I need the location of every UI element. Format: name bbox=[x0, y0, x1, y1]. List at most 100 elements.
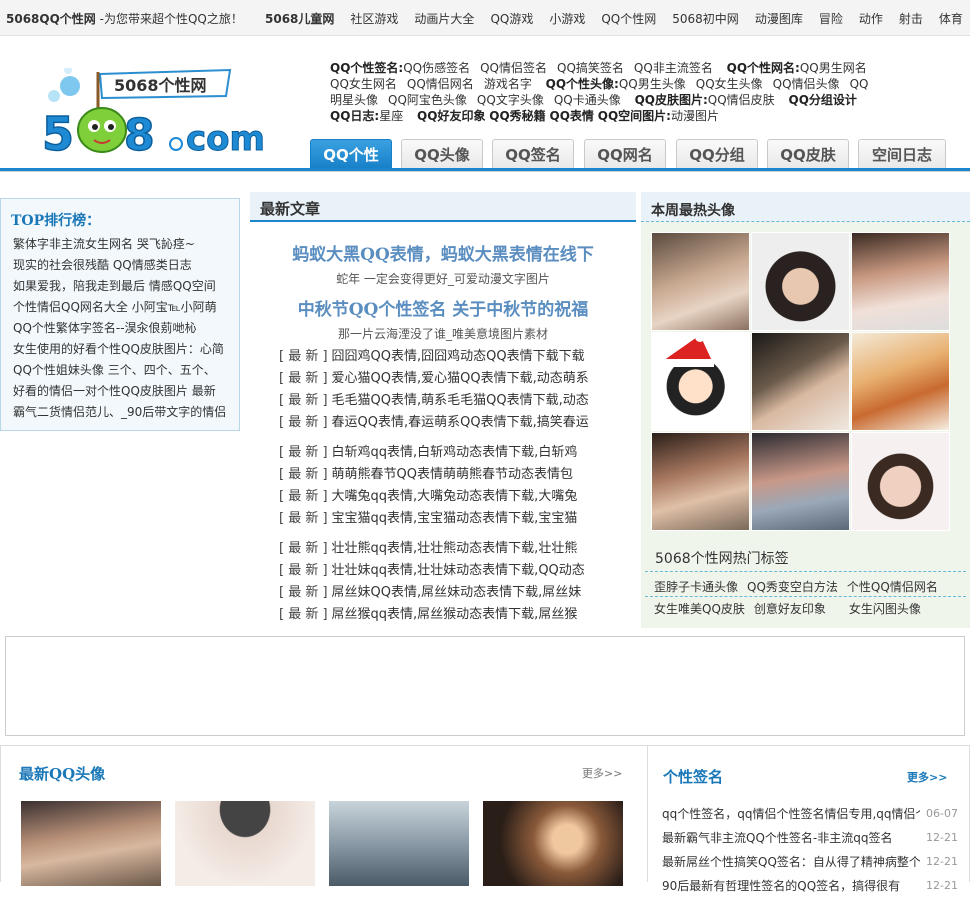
header-category-link[interactable]: QQ伤感签名 bbox=[403, 61, 470, 75]
header-category-label[interactable]: QQ个性网名: bbox=[727, 61, 800, 75]
avatar-thumbnail[interactable] bbox=[651, 432, 750, 531]
signature-item[interactable]: 最新霸气非主流QQ个性签名-非主流qq签名 12-21 bbox=[662, 827, 958, 849]
news-item[interactable]: [ 最 新 ] 壮壮妹qq表情,壮壮妹动态表情下载,QQ动态 bbox=[279, 560, 609, 582]
header-category-label[interactable]: QQ个性头像: bbox=[546, 77, 619, 91]
topnav-item-junior-high[interactable]: 5068初中网 bbox=[672, 12, 739, 26]
hot-tag-link[interactable]: 创意好友印象 bbox=[754, 602, 826, 616]
topnav-item-qq-personal[interactable]: QQ个性网 bbox=[601, 12, 656, 26]
header-category-link[interactable]: QQ情侣头像 bbox=[773, 77, 840, 91]
header-category-link[interactable]: QQ文字头像 bbox=[477, 93, 544, 107]
header-category-label[interactable]: QQ秀秘籍 bbox=[489, 109, 545, 123]
header-category-link[interactable]: QQ女生网名 bbox=[330, 77, 397, 91]
news-item-title[interactable]: 白斩鸡qq表情,白斩鸡动态表情下载,白斩鸡 bbox=[332, 445, 578, 460]
headline-subtitle[interactable]: 蛇年 一定会变得更好_可爱动漫文字图片 bbox=[250, 270, 636, 287]
header-category-link[interactable]: QQ男生网名 bbox=[800, 61, 867, 75]
header-category-link[interactable]: QQ阿宝色头像 bbox=[388, 93, 467, 107]
topnav-item-children-site[interactable]: 5068儿童网 bbox=[265, 12, 334, 26]
header-category-link[interactable]: QQ卡通头像 bbox=[554, 93, 621, 107]
avatar-thumbnail[interactable] bbox=[851, 232, 950, 331]
hot-tag-link[interactable]: 个性QQ情侣网名 bbox=[847, 580, 938, 594]
header-category-link[interactable]: 游戏名字 bbox=[484, 77, 532, 91]
news-item[interactable]: [ 最 新 ] 屌丝猴qq表情,屌丝猴动态表情下载,屌丝猴 bbox=[279, 604, 609, 626]
ranking-item[interactable]: 霸气二货情侣范儿、_90后带文字的情侣 bbox=[13, 402, 235, 423]
ranking-item[interactable]: 繁体字非主流女生网名 哭飞訫痉~ bbox=[13, 234, 235, 255]
signature-item[interactable]: 90后最新有哲理性签名的QQ签名，搞得很有 12-21 bbox=[662, 875, 958, 897]
news-item-title[interactable]: 屌丝妹QQ表情,屌丝妹动态表情下载,屌丝妹 bbox=[332, 585, 582, 600]
news-item[interactable]: [ 最 新 ] 毛毛猫QQ表情,萌系毛毛猫QQ表情下载,动态 bbox=[279, 390, 609, 412]
topnav-item-anime-gallery[interactable]: 动漫图库 bbox=[755, 12, 803, 26]
avatar-thumbnail[interactable] bbox=[751, 432, 850, 531]
signature-item[interactable]: qq个性签名，qq情侣个性签名情侣专用,qq情侣个 06-07 bbox=[662, 803, 958, 825]
avatar-thumbnail[interactable] bbox=[651, 332, 750, 431]
ranking-item[interactable]: QQ个性姐妹头像 三个、四个、五个、 bbox=[13, 360, 235, 381]
hot-tag-link[interactable]: 女生闪图头像 bbox=[849, 602, 921, 616]
news-item-title[interactable]: 春运QQ表情,春运萌系QQ表情下载,搞笑春运 bbox=[332, 415, 589, 430]
news-item-title[interactable]: 宝宝猫qq表情,宝宝猫动态表情下载,宝宝猫 bbox=[332, 511, 578, 526]
news-item-title[interactable]: 大嘴兔qq表情,大嘴兔动态表情下载,大嘴兔 bbox=[332, 489, 578, 504]
tab-qq-skin[interactable]: QQ皮肤 bbox=[767, 139, 849, 169]
news-item-title[interactable]: 毛毛猫QQ表情,萌系毛毛猫QQ表情下载,动态 bbox=[332, 393, 589, 408]
avatar-thumbnail[interactable] bbox=[751, 332, 850, 431]
signature-title[interactable]: 最新屌丝个性搞笑QQ签名：自从得了精神病整个 bbox=[662, 851, 920, 873]
header-category-link[interactable]: 动漫图片 bbox=[671, 109, 719, 123]
avatar-thumbnail[interactable] bbox=[851, 432, 950, 531]
news-item[interactable]: [ 最 新 ] 萌萌熊春节QQ表情萌萌熊春节动态表情包 bbox=[279, 464, 609, 486]
topnav-item-cartoons[interactable]: 动画片大全 bbox=[414, 12, 474, 26]
signature-item[interactable]: 最新屌丝个性搞笑QQ签名：自从得了精神病整个 12-21 bbox=[662, 851, 958, 873]
topnav-item-community-games[interactable]: 社区游戏 bbox=[350, 12, 398, 26]
ranking-item[interactable]: QQ个性繁体字签名--淏汆俍莂哋杺 bbox=[13, 318, 235, 339]
avatar-thumbnail[interactable] bbox=[651, 232, 750, 331]
headline-title[interactable]: 蚂蚁大黑QQ表情，蚂蚁大黑表情在线下 bbox=[250, 240, 636, 265]
tab-qq-avatar[interactable]: QQ头像 bbox=[401, 139, 483, 169]
header-category-label[interactable]: QQ日志: bbox=[330, 109, 379, 123]
hot-tag-link[interactable]: QQ秀变空白方法 bbox=[747, 580, 838, 594]
header-category-link[interactable]: QQ搞笑签名 bbox=[557, 61, 624, 75]
avatar-thumbnail[interactable] bbox=[751, 232, 850, 331]
header-category-label[interactable]: QQ分组设计 bbox=[789, 93, 857, 107]
header-category-label[interactable]: QQ皮肤图片: bbox=[635, 93, 708, 107]
header-category-link[interactable]: QQ非主流签名 bbox=[634, 61, 713, 75]
tab-qq-nickname[interactable]: QQ网名 bbox=[584, 139, 666, 169]
ranking-item[interactable]: 如果爱我，陪我走到最后 情感QQ空间 bbox=[13, 276, 235, 297]
news-item[interactable]: [ 最 新 ] 白斩鸡qq表情,白斩鸡动态表情下载,白斩鸡 bbox=[279, 442, 609, 464]
news-item[interactable]: [ 最 新 ] 屌丝妹QQ表情,屌丝妹动态表情下载,屌丝妹 bbox=[279, 582, 609, 604]
news-item-title[interactable]: 屌丝猴qq表情,屌丝猴动态表情下载,屌丝猴 bbox=[332, 607, 578, 622]
site-logo[interactable]: 5068个性网 5 8 com bbox=[40, 66, 285, 164]
signature-title[interactable]: qq个性签名，qq情侣个性签名情侣专用,qq情侣个 bbox=[662, 803, 920, 825]
news-item-title[interactable]: 囧囧鸡QQ表情,囧囧鸡动态QQ表情下载下载 bbox=[332, 349, 585, 364]
avatar-thumbnail[interactable] bbox=[175, 801, 315, 886]
avatar-thumbnail[interactable] bbox=[483, 801, 623, 886]
header-category-link[interactable]: 星座 bbox=[379, 109, 403, 123]
tab-qq-personal[interactable]: QQ个性 bbox=[310, 139, 392, 169]
topnav-item-action[interactable]: 动作 bbox=[859, 12, 883, 26]
topnav-item-sports[interactable]: 体育 bbox=[939, 12, 963, 26]
header-category-label[interactable]: QQ空间图片: bbox=[598, 109, 671, 123]
ranking-item[interactable]: 好看的情侣一对个性QQ皮肤图片 最新 bbox=[13, 381, 235, 402]
header-category-label[interactable]: QQ表情 bbox=[550, 109, 594, 123]
avatar-thumbnail[interactable] bbox=[851, 332, 950, 431]
header-category-link[interactable]: QQ情侣皮肤 bbox=[708, 93, 775, 107]
ranking-item[interactable]: 个性情侣QQ网名大全 小阿宝℡小阿萌 bbox=[13, 297, 235, 318]
headline-title[interactable]: 中秋节QQ个性签名 关于中秋节的祝福 bbox=[250, 295, 636, 320]
header-category-label[interactable]: QQ好友印象 bbox=[417, 109, 485, 123]
header-category-label[interactable]: QQ个性签名: bbox=[330, 61, 403, 75]
signature-title[interactable]: 90后最新有哲理性签名的QQ签名，搞得很有 bbox=[662, 875, 920, 897]
news-item[interactable]: [ 最 新 ] 爱心猫QQ表情,爱心猫QQ表情下载,动态萌系 bbox=[279, 368, 609, 390]
news-item[interactable]: [ 最 新 ] 春运QQ表情,春运萌系QQ表情下载,搞笑春运 bbox=[279, 412, 609, 434]
news-item[interactable]: [ 最 新 ] 壮壮熊qq表情,壮壮熊动态表情下载,壮壮熊 bbox=[279, 538, 609, 560]
tab-space-diary[interactable]: 空间日志 bbox=[858, 139, 946, 169]
news-item[interactable]: [ 最 新 ] 宝宝猫qq表情,宝宝猫动态表情下载,宝宝猫 bbox=[279, 508, 609, 530]
news-item-title[interactable]: 壮壮熊qq表情,壮壮熊动态表情下载,壮壮熊 bbox=[332, 541, 578, 556]
tab-qq-group[interactable]: QQ分组 bbox=[676, 139, 758, 169]
tab-qq-signature[interactable]: QQ签名 bbox=[492, 139, 574, 169]
header-category-link[interactable]: QQ男生头像 bbox=[619, 77, 686, 91]
hot-tag-link[interactable]: 女生唯美QQ皮肤 bbox=[654, 602, 745, 616]
news-item-title[interactable]: 萌萌熊春节QQ表情萌萌熊春节动态表情包 bbox=[332, 467, 573, 482]
signature-title[interactable]: 最新霸气非主流QQ个性签名-非主流qq签名 bbox=[662, 827, 920, 849]
headline-subtitle[interactable]: 那一片云海湮没了谁_唯美意境图片素材 bbox=[250, 325, 636, 342]
news-item[interactable]: [ 最 新 ] 囧囧鸡QQ表情,囧囧鸡动态QQ表情下载下载 bbox=[279, 346, 609, 368]
topnav-item-mini-games[interactable]: 小游戏 bbox=[549, 12, 585, 26]
topnav-item-adventure[interactable]: 冒险 bbox=[819, 12, 843, 26]
signatures-more-link[interactable]: 更多>> bbox=[907, 769, 947, 785]
header-category-link[interactable]: QQ情侣网名 bbox=[407, 77, 474, 91]
